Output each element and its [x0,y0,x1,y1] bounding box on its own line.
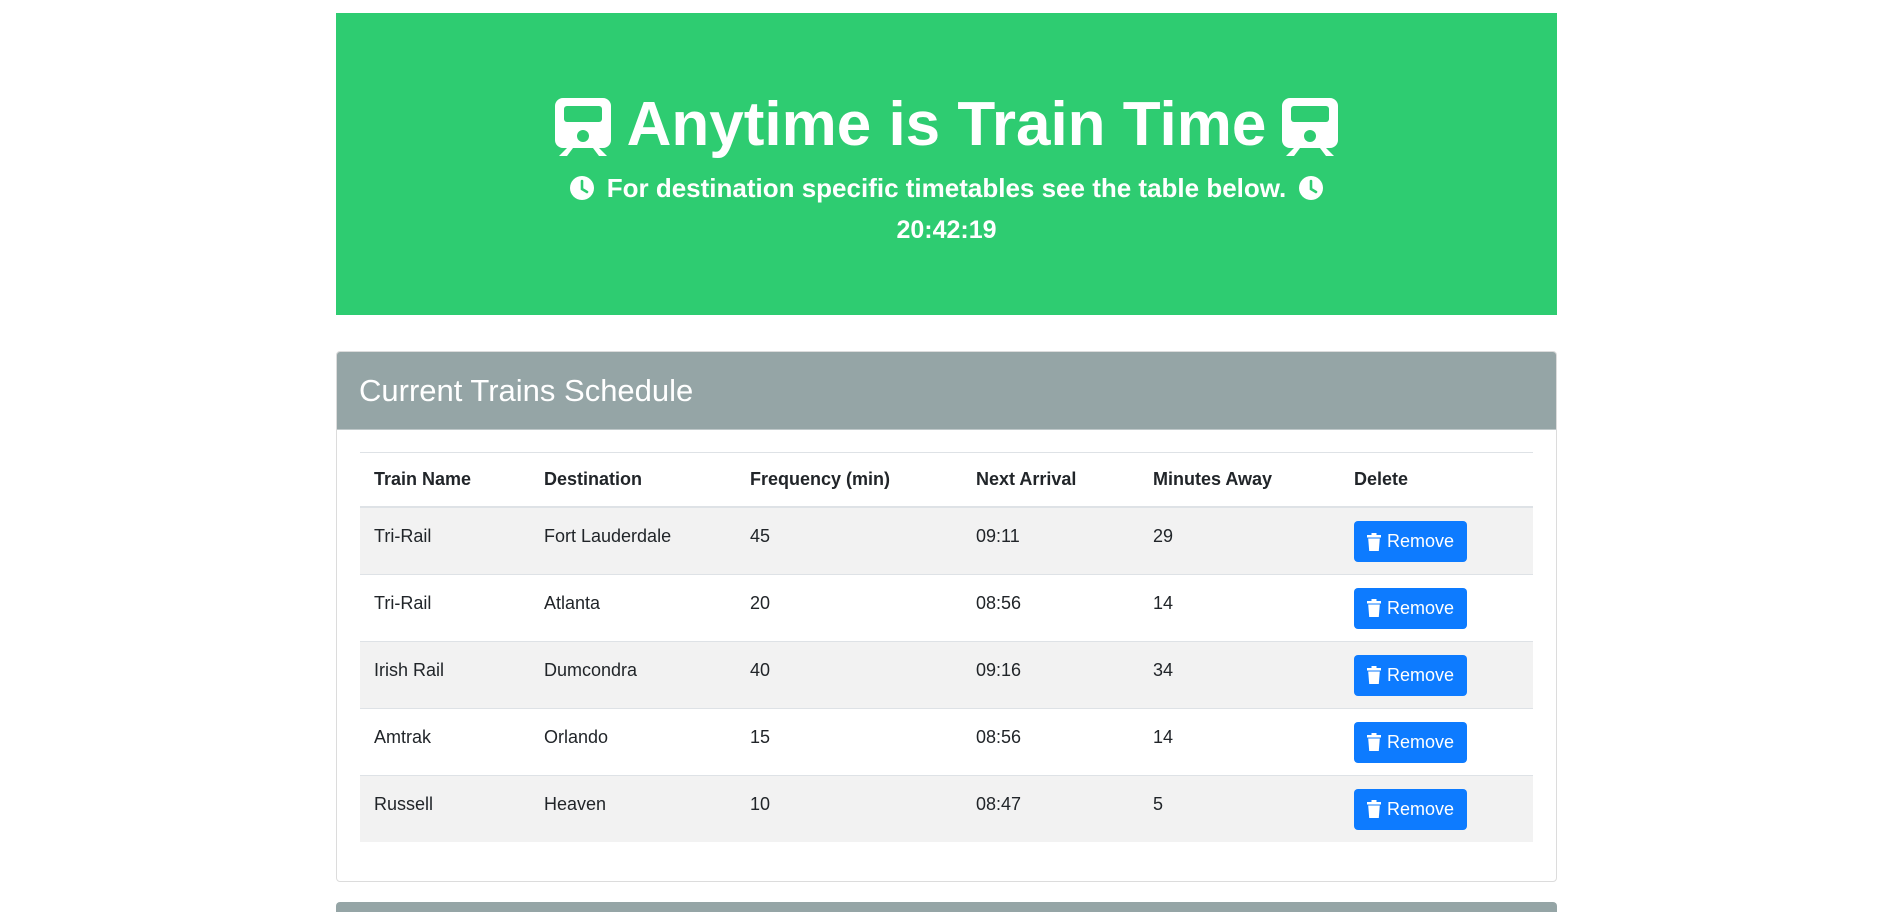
clock-icon [569,176,594,200]
subtitle: For destination specific timetables see … [606,173,1287,203]
cell-minutes-away: 29 [1139,506,1340,574]
page-title: Anytime is Train Time [626,90,1267,159]
remove-button-label: Remove [1387,597,1455,618]
cell-destination: Orlando [530,707,736,775]
trash-icon [1367,599,1381,617]
remove-button[interactable]: Remove [1354,521,1468,562]
cell-next-arrival: 09:16 [962,640,1139,708]
schedule-card: Current Trains Schedule Train Name Desti… [336,351,1557,882]
remove-button[interactable]: Remove [1354,587,1468,629]
column-header-minutes-away: Minutes Away [1139,452,1340,508]
table-row: Tri-Rail Fort Lauderdale 45 09:11 29 Remove [360,506,1533,574]
remove-button-label: Remove [1387,731,1455,752]
cell-destination: Atlanta [530,573,736,641]
cell-minutes-away: 34 [1139,640,1340,708]
cell-train-name: Irish Rail [360,640,530,708]
remove-button-label: Remove [1387,531,1455,551]
jumbotron: Anytime is Train Time For destination sp… [336,13,1557,315]
table-header-row: Train Name Destination Frequency (min) N… [360,452,1533,508]
table-row: Tri-Rail Atlanta 20 08:56 14 Remove [360,573,1533,641]
cell-next-arrival: 08:56 [962,707,1139,775]
cell-next-arrival: 08:56 [962,573,1139,641]
page-title-row: Anytime is Train Time [336,89,1557,161]
cell-minutes-away: 14 [1139,573,1340,641]
table-row: Irish Rail Dumcondra 40 09:16 34 Remove [360,640,1533,708]
remove-button[interactable]: Remove [1354,721,1468,763]
column-header-train-name: Train Name [360,452,530,508]
trash-icon [1367,532,1381,551]
cell-next-arrival: 08:47 [962,774,1139,842]
remove-button[interactable]: Remove [1354,788,1468,830]
cell-train-name: Amtrak [360,707,530,775]
column-header-destination: Destination [530,452,736,508]
cell-delete: Remove [1340,506,1533,574]
cell-frequency: 40 [736,640,962,708]
trash-icon [1367,733,1381,751]
cell-destination: Fort Lauderdale [530,506,736,574]
schedule-table: Train Name Destination Frequency (min) N… [360,452,1533,842]
cell-delete: Remove [1340,640,1533,708]
cell-delete: Remove [1340,573,1533,641]
trash-icon [1367,666,1381,684]
table-row: Amtrak Orlando 15 08:56 14 Remove [360,707,1533,775]
cell-delete: Remove [1340,774,1533,842]
subtitle-row: For destination specific timetables see … [336,173,1557,203]
remove-button[interactable]: Remove [1354,654,1468,696]
page-container: Anytime is Train Time For destination sp… [336,13,1557,882]
remove-button-label: Remove [1387,798,1455,819]
column-header-delete: Delete [1340,452,1533,508]
cell-next-arrival: 09:11 [962,506,1139,574]
trash-icon [1367,800,1381,818]
train-icon [554,98,611,156]
cell-frequency: 10 [736,774,962,842]
table-row: Russell Heaven 10 08:47 5 Remove [360,774,1533,842]
current-time: 20:42:19 [896,216,997,244]
cell-delete: Remove [1340,707,1533,775]
cell-minutes-away: 5 [1139,774,1340,842]
cell-frequency: 15 [736,707,962,775]
cell-frequency: 20 [736,573,962,641]
cell-train-name: Russell [360,774,530,842]
cell-minutes-away: 14 [1139,707,1340,775]
next-card-header [336,902,1557,912]
schedule-title: Current Trains Schedule [337,352,1556,430]
column-header-frequency: Frequency (min) [736,452,962,508]
cell-destination: Heaven [530,774,736,842]
cell-train-name: Tri-Rail [360,573,530,641]
cell-destination: Dumcondra [530,640,736,708]
cell-train-name: Tri-Rail [360,506,530,574]
train-icon [1282,98,1339,156]
column-header-next-arrival: Next Arrival [962,452,1139,508]
clock-icon [1299,176,1324,200]
remove-button-label: Remove [1387,664,1455,685]
schedule-body: Train Name Destination Frequency (min) N… [337,430,1556,842]
cell-frequency: 45 [736,506,962,574]
